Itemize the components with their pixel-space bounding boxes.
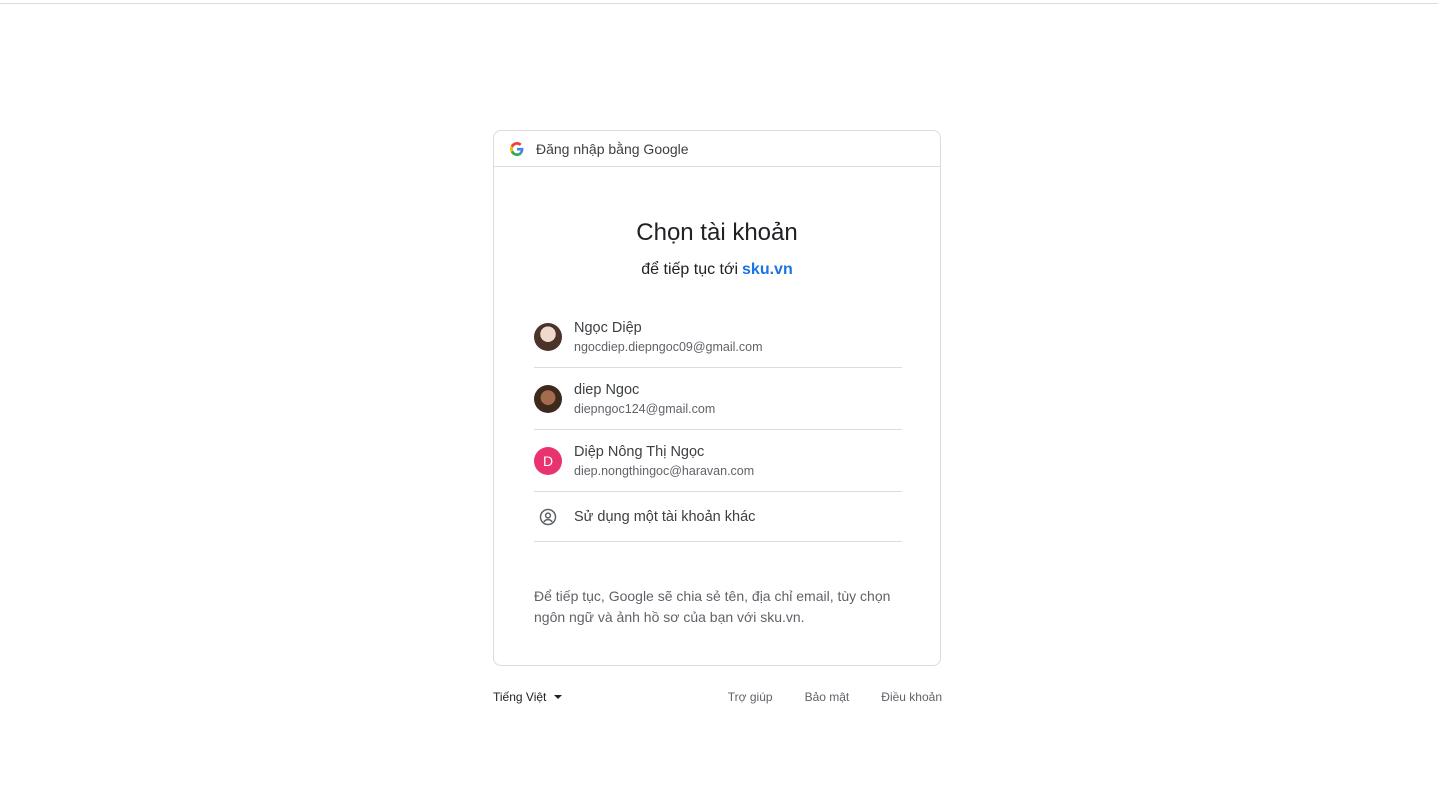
card-header: Đăng nhập bằng Google [494, 131, 940, 167]
account-item[interactable]: Ngọc Diệp ngocdiep.diepngoc09@gmail.com [534, 306, 902, 368]
avatar [534, 322, 562, 351]
account-circle-icon [534, 503, 562, 531]
language-label: Tiếng Việt [493, 690, 547, 704]
page-title: Chọn tài khoản [636, 219, 798, 246]
account-email: diepngoc124@gmail.com [574, 401, 716, 416]
use-another-account-button[interactable]: Sử dụng một tài khoản khác [534, 492, 902, 542]
subtitle-prefix: để tiếp tục tới [641, 261, 739, 278]
footer: Tiếng Việt Trợ giúp Bảo mật Điều khoản [493, 690, 942, 708]
account-name: diep Ngoc [574, 381, 640, 398]
header-title: Đăng nhập bằng Google [536, 140, 689, 157]
chevron-down-icon [554, 695, 563, 699]
account-item[interactable]: D Diệp Nông Thị Ngọc diep.nongthingoc@ha… [534, 430, 902, 492]
account-email: diep.nongthingoc@haravan.com [574, 463, 755, 478]
avatar: D [534, 446, 562, 475]
terms-link[interactable]: Điều khoản [881, 690, 942, 704]
help-link[interactable]: Trợ giúp [728, 690, 773, 704]
account-email: ngocdiep.diepngoc09@gmail.com [574, 339, 763, 354]
avatar [534, 384, 562, 413]
account-name: Ngọc Diệp [574, 319, 642, 336]
language-selector[interactable]: Tiếng Việt [493, 690, 563, 704]
account-list: Ngọc Diệp ngocdiep.diepngoc09@gmail.com … [534, 306, 902, 542]
page-subtitle: để tiếp tục tới sku.vn [494, 261, 940, 279]
footer-links: Trợ giúp Bảo mật Điều khoản [696, 690, 942, 704]
privacy-link[interactable]: Bảo mật [805, 690, 850, 704]
privacy-footnote: Để tiếp tục, Google sẽ chia sẻ tên, địa … [534, 588, 891, 625]
sign-in-card: Đăng nhập bằng Google Chọn tài khoản để … [493, 130, 941, 666]
app-link[interactable]: sku.vn [742, 261, 793, 278]
use-another-account-label: Sử dụng một tài khoản khác [574, 508, 756, 525]
account-name: Diệp Nông Thị Ngọc [574, 443, 705, 460]
account-item[interactable]: diep Ngoc diepngoc124@gmail.com [534, 368, 902, 430]
google-g-icon [510, 141, 524, 156]
top-divider [0, 3, 1438, 4]
